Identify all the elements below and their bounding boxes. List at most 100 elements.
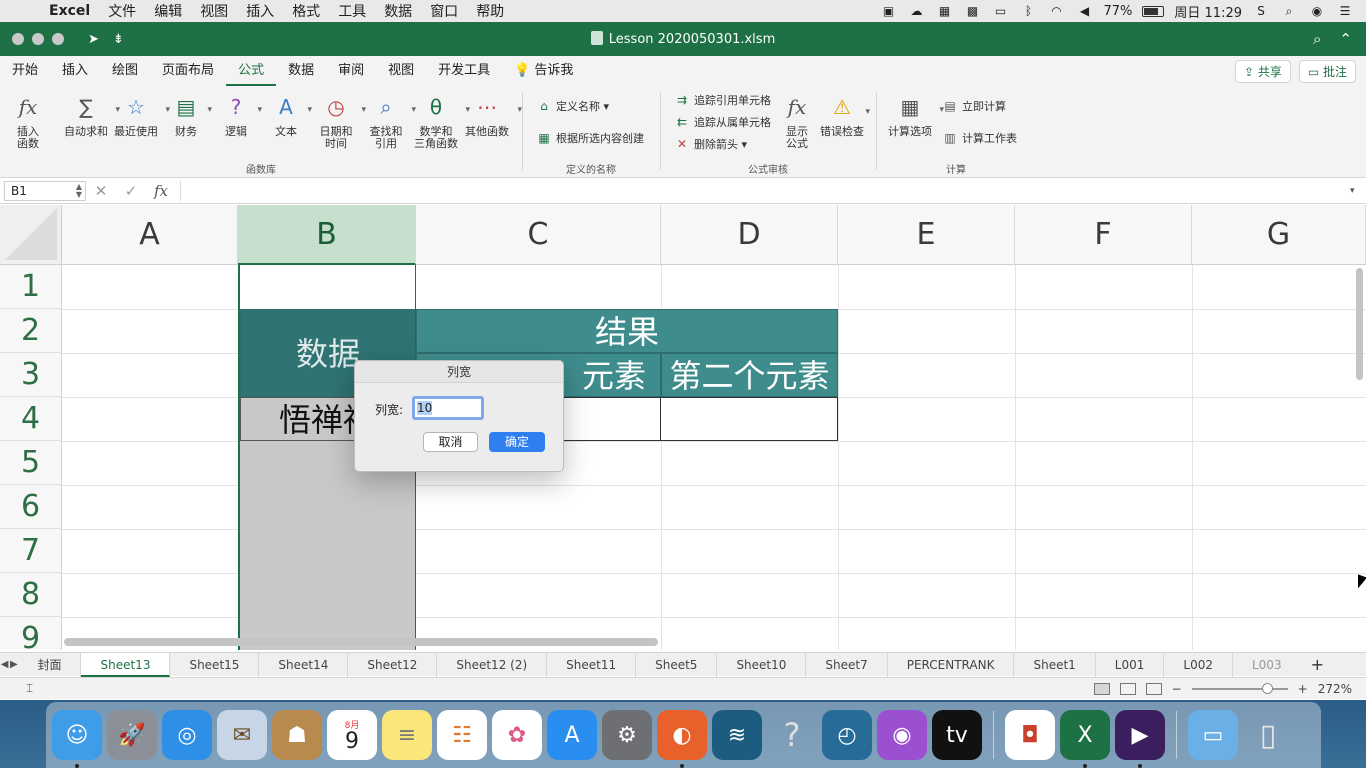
tab-insert[interactable]: 插入 bbox=[50, 56, 100, 86]
trash-icon[interactable]: ▯ bbox=[1243, 710, 1293, 760]
chevron-down-icon[interactable]: ▾ bbox=[307, 104, 312, 116]
sheet-tab[interactable]: Sheet10 bbox=[717, 652, 807, 677]
page-layout-view-icon[interactable] bbox=[1119, 682, 1136, 695]
previous-sheet-icon[interactable]: ◀ bbox=[0, 659, 9, 670]
show-formulas-button[interactable]: fx 显示 公式 bbox=[782, 92, 812, 150]
zoom-window-button[interactable] bbox=[52, 33, 64, 45]
cloud-icon[interactable]: ☁ bbox=[907, 4, 925, 18]
screenshot-icon[interactable]: ▦ bbox=[935, 4, 953, 18]
zoom-in-icon[interactable]: + bbox=[1298, 682, 1308, 696]
powerpoint-icon[interactable]: ◘ bbox=[1005, 710, 1055, 760]
podcasts-icon[interactable]: ◉ bbox=[877, 710, 927, 760]
mysql-workbench-icon[interactable]: ≋ bbox=[712, 710, 762, 760]
collapse-ribbon-icon[interactable]: ⌃ bbox=[1339, 30, 1352, 48]
macro-record-icon[interactable]: ⌶ bbox=[0, 681, 33, 696]
column-header-g[interactable]: G bbox=[1192, 205, 1366, 265]
app-menu[interactable]: Excel bbox=[40, 3, 99, 19]
row-header-6[interactable]: 6 bbox=[0, 485, 62, 529]
calculate-sheet-button[interactable]: ▥ 计算工作表 bbox=[942, 130, 1017, 146]
more-functions-button[interactable]: ⋯ 其他函数 ▾ bbox=[464, 92, 522, 138]
cell-d3[interactable]: 第二个元素 bbox=[661, 353, 838, 397]
chevron-down-icon[interactable]: ▾ bbox=[165, 104, 170, 116]
apple-tv-icon[interactable]: tv bbox=[932, 710, 982, 760]
ok-button[interactable]: 确定 bbox=[489, 432, 545, 452]
reminders-icon[interactable]: ☷ bbox=[437, 710, 487, 760]
normal-view-icon[interactable] bbox=[1093, 682, 1110, 695]
app-store-icon[interactable]: A bbox=[547, 710, 597, 760]
name-box[interactable]: B1 ▲ ▼ bbox=[4, 180, 86, 201]
name-box-stepper-icon[interactable]: ▲ ▼ bbox=[76, 182, 82, 199]
chevron-down-icon[interactable]: ▾ bbox=[257, 104, 262, 116]
tab-review[interactable]: 审阅 bbox=[326, 56, 376, 86]
menu-edit[interactable]: 编辑 bbox=[145, 1, 191, 21]
tab-draw[interactable]: 绘图 bbox=[100, 56, 150, 86]
sheet-tab[interactable]: Sheet7 bbox=[806, 652, 888, 677]
tell-me[interactable]: 💡 告诉我 bbox=[502, 56, 585, 86]
remove-arrows-button[interactable]: ✕ 删除箭头 ▾ bbox=[674, 136, 747, 152]
sheet-tab[interactable]: PERCENTRANK bbox=[888, 652, 1015, 677]
autosum-button[interactable]: ∑ 自动求和 ▾ bbox=[64, 92, 120, 138]
tab-page-layout[interactable]: 页面布局 bbox=[150, 56, 226, 86]
bluetooth-icon[interactable]: ᛒ bbox=[1019, 4, 1037, 18]
zoom-slider-thumb[interactable] bbox=[1261, 682, 1273, 694]
column-header-e[interactable]: E bbox=[838, 205, 1015, 265]
share-button[interactable]: ⇪ 共享 bbox=[1234, 59, 1291, 83]
text-functions-button[interactable]: A 文本 ▾ bbox=[272, 92, 312, 138]
row-header-1[interactable]: 1 bbox=[0, 265, 62, 309]
row-header-3[interactable]: 3 bbox=[0, 353, 62, 397]
confirm-entry-icon[interactable]: ✓ bbox=[116, 182, 146, 200]
calculation-options-button[interactable]: ▦ 计算选项 ▾ bbox=[888, 92, 944, 138]
grid-app-icon[interactable]: ▩ bbox=[963, 4, 981, 18]
menu-tools[interactable]: 工具 bbox=[329, 1, 375, 21]
formula-input[interactable] bbox=[180, 180, 1350, 201]
s-app-icon[interactable]: S bbox=[1252, 4, 1270, 18]
column-header-f[interactable]: F bbox=[1015, 205, 1192, 265]
sheet-tab[interactable]: L002 bbox=[1164, 652, 1233, 677]
horizontal-scrollbar[interactable] bbox=[64, 638, 658, 646]
downloads-folder-icon[interactable]: ▭ bbox=[1188, 710, 1238, 760]
select-all-corner[interactable] bbox=[0, 205, 62, 265]
photos-icon[interactable]: ✿ bbox=[492, 710, 542, 760]
financial-button[interactable]: ▤ 财务 ▾ bbox=[172, 92, 212, 138]
cancel-button[interactable]: 取消 bbox=[423, 432, 478, 452]
mail-icon[interactable]: ✉ bbox=[217, 710, 267, 760]
cell-c2-merged[interactable]: 结果 bbox=[416, 309, 838, 353]
trace-precedents-button[interactable]: ⇉ 追踪引用单元格 bbox=[674, 92, 771, 108]
tab-home[interactable]: 开始 bbox=[0, 56, 50, 86]
menubar-clock[interactable]: 周日 11:29 bbox=[1174, 2, 1242, 21]
page-break-view-icon[interactable] bbox=[1145, 682, 1162, 695]
datetime-button[interactable]: ◷ 日期和 时间 ▾ bbox=[318, 92, 367, 150]
search-icon[interactable]: ⌕ bbox=[1313, 30, 1321, 48]
menu-data[interactable]: 数据 bbox=[375, 1, 421, 21]
logical-button[interactable]: ? 逻辑 ▾ bbox=[222, 92, 262, 138]
row-header-8[interactable]: 8 bbox=[0, 573, 62, 617]
battery-icon[interactable] bbox=[1142, 5, 1165, 17]
sheet-tab[interactable]: 封面 bbox=[18, 652, 82, 677]
notification-center-icon[interactable]: ☰ bbox=[1336, 4, 1354, 18]
wifi-icon[interactable]: ◠ bbox=[1047, 4, 1065, 18]
sheet-tab[interactable]: Sheet1 bbox=[1014, 652, 1096, 677]
next-sheet-icon[interactable]: ▶ bbox=[9, 659, 18, 670]
tab-data[interactable]: 数据 bbox=[276, 56, 326, 86]
error-checking-button[interactable]: ⚠ 错误检查 ▾ bbox=[820, 92, 870, 138]
tab-formulas[interactable]: 公式 bbox=[226, 56, 277, 86]
menu-insert[interactable]: 插入 bbox=[237, 1, 283, 21]
spotlight-icon[interactable]: ⌕ bbox=[1280, 4, 1298, 18]
insert-function-icon[interactable]: fx bbox=[146, 182, 176, 200]
menu-window[interactable]: 窗口 bbox=[421, 1, 467, 21]
chevron-down-icon[interactable]: ▾ bbox=[865, 106, 870, 118]
menu-help[interactable]: 帮助 bbox=[467, 1, 513, 21]
sheet-tab-active[interactable]: Sheet13 bbox=[81, 652, 171, 677]
calculate-now-button[interactable]: ▤ 立即计算 bbox=[942, 98, 1006, 114]
customize-toolbar-icon[interactable]: ⇟ bbox=[113, 32, 124, 47]
pointer-tool-icon[interactable]: ➤ bbox=[88, 32, 99, 47]
cb-icon[interactable]: ▣ bbox=[879, 4, 897, 18]
cancel-entry-icon[interactable]: ✕ bbox=[86, 182, 116, 200]
sheet-tab[interactable]: L003 bbox=[1233, 653, 1301, 677]
trace-dependents-button[interactable]: ⇇ 追踪从属单元格 bbox=[674, 114, 771, 130]
lookup-button[interactable]: ⌕ 查找和 引用 ▾ bbox=[368, 92, 417, 150]
math-trig-button[interactable]: θ 数学和 三角函数 ▾ bbox=[414, 92, 470, 150]
contacts-icon[interactable]: ☗ bbox=[272, 710, 322, 760]
tab-view[interactable]: 视图 bbox=[376, 56, 426, 86]
row-header-2[interactable]: 2 bbox=[0, 309, 62, 353]
